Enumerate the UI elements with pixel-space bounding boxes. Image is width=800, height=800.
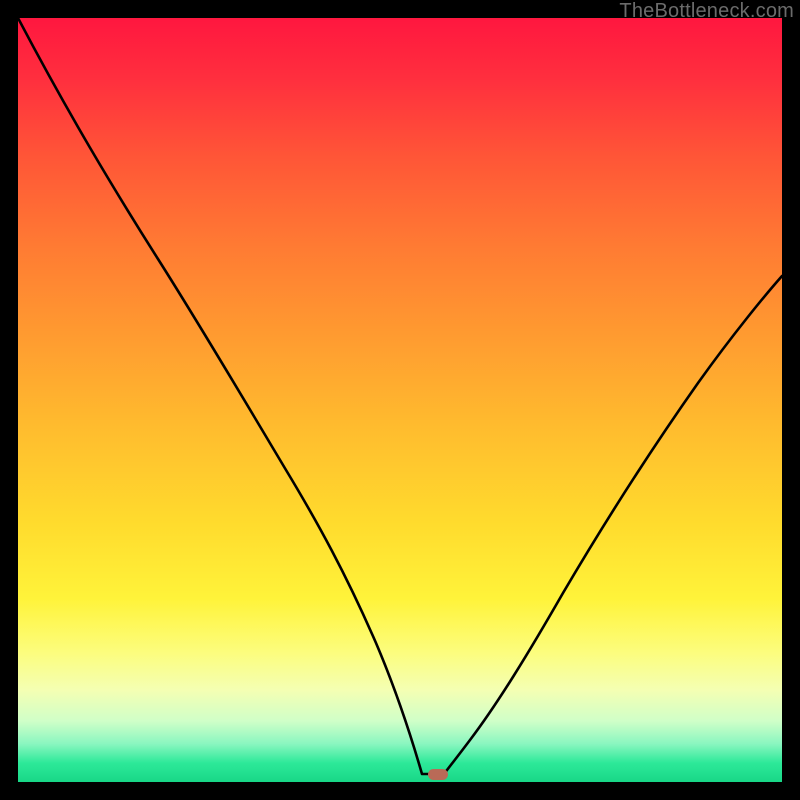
optimal-marker [428, 769, 448, 780]
plot-area [18, 18, 782, 782]
curve-path [18, 18, 782, 774]
bottleneck-curve [18, 18, 782, 782]
chart-frame: TheBottleneck.com [0, 0, 800, 800]
attribution-label: TheBottleneck.com [619, 0, 794, 23]
